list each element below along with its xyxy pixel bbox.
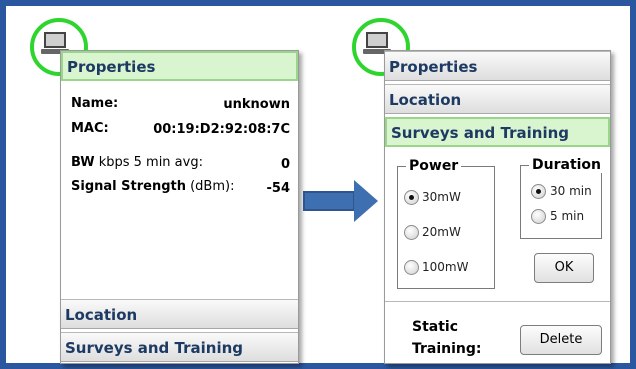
location-header[interactable]: Location <box>385 84 610 114</box>
signal-label-rest: (dBm): <box>190 179 235 194</box>
duration-group: Duration 30 min 5 min <box>520 157 605 239</box>
static-training-label-line1: Static <box>412 319 459 335</box>
delete-button[interactable]: Delete <box>520 325 602 355</box>
signal-label-bold: Signal Strength <box>71 179 186 194</box>
power-100mw-label[interactable]: 100mW <box>422 260 468 274</box>
location-header-label: Location <box>389 91 462 109</box>
ok-button[interactable]: OK <box>534 253 594 283</box>
power-100mw-radio[interactable] <box>404 260 419 275</box>
properties-panel-right: Properties Location Surveys and Training… <box>384 50 611 364</box>
transition-arrow-icon <box>354 180 378 222</box>
power-20mw-label[interactable]: 20mW <box>422 225 461 239</box>
location-header-label: Location <box>65 306 138 324</box>
divider <box>385 301 610 302</box>
signal-label: Signal Strength (dBm): <box>71 179 234 194</box>
signal-value: -54 <box>266 181 291 196</box>
bw-label-bold: BW <box>71 155 95 170</box>
power-legend: Power <box>406 158 462 174</box>
laptop-icon <box>44 32 66 48</box>
properties-header[interactable]: Properties <box>61 51 298 81</box>
laptop-icon <box>366 32 388 48</box>
duration-30min-label[interactable]: 30 min <box>550 184 592 198</box>
duration-5min-label[interactable]: 5 min <box>550 209 584 223</box>
bw-value: 0 <box>280 157 290 172</box>
transition-arrow-body <box>303 191 355 211</box>
power-30mw-radio[interactable] <box>404 190 419 205</box>
bw-label: BW kbps 5 min avg: <box>71 155 203 170</box>
duration-legend: Duration <box>529 157 605 173</box>
properties-header[interactable]: Properties <box>385 51 610 81</box>
properties-panel-left: Properties Name: unknown MAC: 00:19:D2:9… <box>60 50 299 364</box>
name-label: Name: <box>71 96 119 111</box>
name-value: unknown <box>223 97 290 112</box>
properties-header-label: Properties <box>389 58 478 76</box>
power-20mw-radio[interactable] <box>404 225 419 240</box>
surveys-training-header-label: Surveys and Training <box>65 339 244 357</box>
duration-30min-radio[interactable] <box>531 184 546 199</box>
power-group: Power 30mW 20mW 100mW <box>397 158 495 289</box>
properties-header-label: Properties <box>67 58 156 76</box>
power-30mw-label[interactable]: 30mW <box>422 190 461 204</box>
surveys-training-header[interactable]: Surveys and Training <box>61 332 298 362</box>
bw-label-rest: kbps 5 min avg: <box>98 155 203 170</box>
mac-value: 00:19:D2:92:08:7C <box>153 122 290 137</box>
surveys-training-header[interactable]: Surveys and Training <box>385 117 610 147</box>
static-training-label-line2: Training: <box>412 341 482 357</box>
duration-5min-radio[interactable] <box>531 209 546 224</box>
mac-label: MAC: <box>71 121 109 136</box>
surveys-training-header-label: Surveys and Training <box>391 124 570 142</box>
location-header[interactable]: Location <box>61 299 298 329</box>
